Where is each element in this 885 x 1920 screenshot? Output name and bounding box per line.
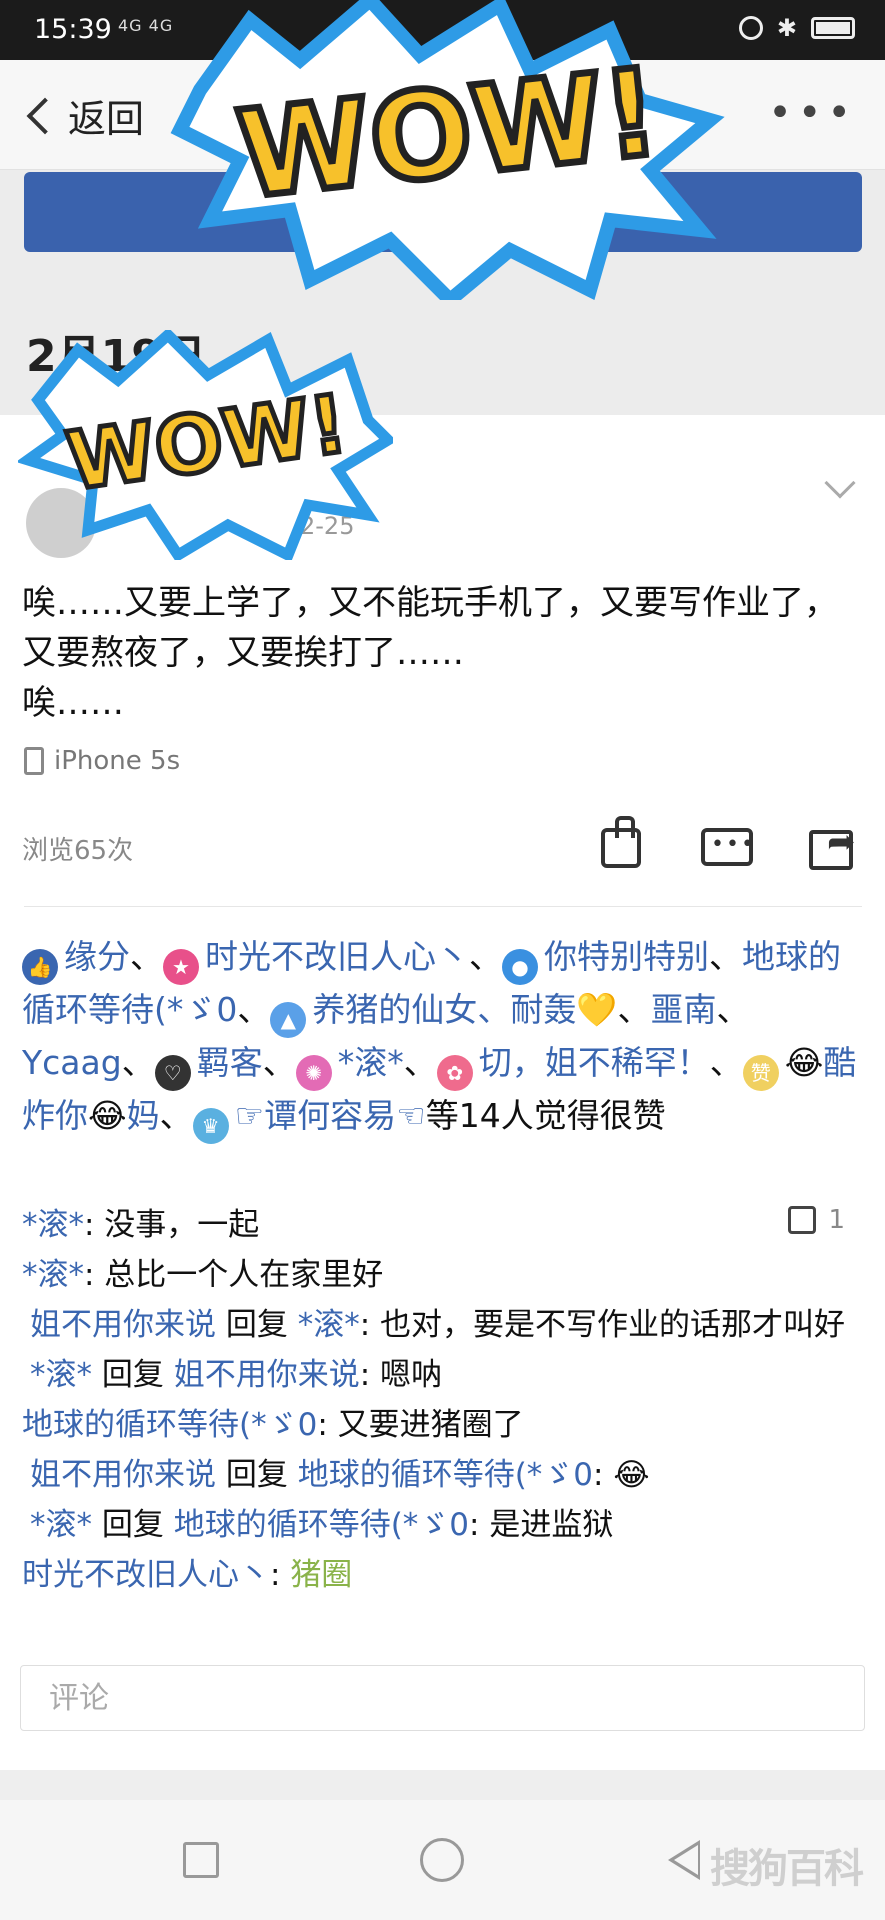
comment-box[interactable] bbox=[20, 1665, 865, 1731]
liker-name[interactable]: 羁客 bbox=[197, 1043, 263, 1082]
comment-text: : 😂 bbox=[593, 1457, 650, 1493]
reply-target[interactable]: 地球的循环等待(*ゞ0 bbox=[298, 1457, 593, 1493]
post-actions: ➦ bbox=[593, 816, 861, 876]
comment-input[interactable] bbox=[21, 1666, 864, 1730]
back-button[interactable]: 返回 bbox=[20, 88, 144, 143]
share-button[interactable]: ➦ bbox=[805, 820, 861, 876]
comment-item[interactable]: *滚* 回复 姐不用你来说: 嗯呐 bbox=[22, 1350, 867, 1400]
liker-name[interactable]: 缘分 bbox=[64, 937, 130, 976]
comment-text: : 也对，要是不写作业的话那才叫好 bbox=[359, 1307, 846, 1343]
watermark: 搜狗百科 bbox=[710, 1846, 864, 1892]
comment-button[interactable] bbox=[699, 820, 756, 876]
home-button[interactable] bbox=[420, 1838, 464, 1882]
comment-user[interactable]: *滚* bbox=[22, 1257, 84, 1293]
system-nav-bar: 搜狗百科 bbox=[0, 1800, 885, 1920]
liker-name[interactable]: *滚* bbox=[338, 1043, 404, 1082]
comment-user[interactable]: 地球的循环等待(*ゞ0 bbox=[22, 1407, 317, 1443]
post-content: 唉……又要上学了，又不能玩手机了，又要写作业了，又要熬夜了，又要挨打了…… 唉…… bbox=[22, 583, 838, 723]
comment-user[interactable]: *滚* bbox=[30, 1507, 92, 1543]
signal-indicator: 4G 4G bbox=[118, 16, 174, 35]
likes-suffix: 等14人觉得很赞 bbox=[425, 1096, 666, 1135]
liker-name[interactable]: 噩南 bbox=[650, 990, 716, 1029]
comment-user[interactable]: 姐不用你来说 bbox=[30, 1457, 216, 1493]
phone-icon bbox=[24, 747, 44, 775]
comment-user[interactable]: *滚* bbox=[22, 1207, 84, 1243]
comment-text: : 总比一个人在家里好 bbox=[84, 1257, 384, 1293]
reply-word: 回复 bbox=[216, 1457, 298, 1493]
like-button[interactable] bbox=[593, 816, 649, 876]
bluetooth-icon: ✱ bbox=[776, 14, 797, 42]
system-back-button[interactable] bbox=[668, 1840, 700, 1880]
status-time: 15:39 bbox=[34, 14, 112, 45]
crown-badge-icon: ♛ bbox=[192, 1108, 229, 1144]
footer-spacer bbox=[0, 1770, 885, 1800]
wow-sticker-large: WOW! bbox=[170, 0, 725, 300]
liker-name[interactable]: 养猪的仙女、耐轰 bbox=[312, 990, 576, 1029]
thumb-up-icon bbox=[601, 816, 641, 868]
comment-item[interactable]: *滚* 回复 地球的循环等待(*ゞ0: 是进监狱 bbox=[22, 1500, 867, 1550]
comment-item[interactable]: *滚*: 总比一个人在家里好 bbox=[22, 1250, 867, 1300]
comment-item[interactable]: 姐不用你来说 回复 地球的循环等待(*ゞ0: 😂 bbox=[22, 1450, 867, 1500]
firework-badge-icon: ✺ bbox=[295, 1055, 332, 1091]
comment-like-count: 1 bbox=[828, 1205, 845, 1235]
comment-user[interactable]: 姐不用你来说 bbox=[30, 1307, 216, 1343]
device-info: iPhone 5s bbox=[24, 746, 180, 776]
reply-target[interactable]: 姐不用你来说 bbox=[174, 1357, 360, 1393]
reply-word: 回复 bbox=[92, 1507, 174, 1543]
reply-target[interactable]: *滚* bbox=[298, 1307, 360, 1343]
liker-name[interactable]: Ycaag bbox=[22, 1043, 122, 1082]
comment-item[interactable]: 姐不用你来说 回复 *滚*: 也对，要是不写作业的话那才叫好 bbox=[22, 1300, 867, 1350]
battery-icon bbox=[811, 17, 855, 39]
comment-user[interactable]: *滚* bbox=[30, 1357, 92, 1393]
zan-badge-icon: 赞 bbox=[742, 1055, 779, 1091]
reply-target[interactable]: 地球的循环等待(*ゞ0 bbox=[174, 1507, 469, 1543]
back-chevron-icon bbox=[26, 97, 64, 134]
liker-name[interactable]: 妈 bbox=[127, 1096, 160, 1135]
reply-word: 回复 bbox=[92, 1357, 174, 1393]
bulb-badge-icon: ● bbox=[502, 949, 538, 985]
device-name: iPhone 5s bbox=[54, 746, 181, 776]
liker-name[interactable]: 时光不改旧人心丶 bbox=[205, 937, 469, 976]
rocket-badge-icon: ▲ bbox=[270, 1002, 307, 1038]
comment-like-button[interactable]: 1 bbox=[788, 1205, 845, 1235]
wow-sticker-small: WOW! bbox=[18, 330, 393, 560]
comment-highlight: 猪圈 bbox=[290, 1557, 353, 1593]
thumb-up-icon bbox=[788, 1206, 817, 1234]
comment-text: : 没事，一起 bbox=[84, 1207, 260, 1243]
heart-badge-icon: ♡ bbox=[154, 1055, 191, 1091]
comment-text: : 嗯呐 bbox=[359, 1357, 443, 1393]
comment-item[interactable]: 时光不改旧人心丶: 猪圈 bbox=[22, 1550, 867, 1600]
star-badge-icon: ★ bbox=[163, 949, 199, 985]
liker-name[interactable]: ☞谭何容易☜ bbox=[235, 1096, 426, 1135]
more-dots-icon[interactable]: ••• bbox=[768, 93, 857, 133]
liker-name[interactable]: 切，姐不稀罕！ bbox=[479, 1043, 710, 1082]
likes-list: 👍 缘分、 ★ 时光不改旧人心丶、 ● 你特别特别、地球的循环等待(*ゞ0、 ▲ 养猪的仙女、… bbox=[22, 932, 864, 1144]
back-label: 返回 bbox=[68, 97, 145, 141]
recent-apps-button[interactable] bbox=[183, 1842, 219, 1878]
comment-text: : 是进监狱 bbox=[469, 1507, 614, 1543]
lock-icon bbox=[738, 16, 763, 40]
comment-user[interactable]: 时光不改旧人心丶 bbox=[22, 1557, 270, 1593]
comment-icon bbox=[701, 828, 756, 866]
comment-text: : 又要进猪圈了 bbox=[317, 1407, 524, 1443]
flower-badge-icon: ✿ bbox=[436, 1055, 473, 1091]
liker-name[interactable]: 你特别特别 bbox=[544, 937, 709, 976]
like-badge-icon: 👍 bbox=[22, 949, 58, 985]
divider bbox=[24, 906, 862, 907]
view-count: 浏览65次 bbox=[22, 836, 134, 866]
comment-item[interactable]: *滚*: 没事，一起 bbox=[22, 1200, 867, 1250]
comment-text: : bbox=[270, 1557, 291, 1593]
reply-word: 回复 bbox=[216, 1307, 298, 1343]
comment-item[interactable]: 地球的循环等待(*ゞ0: 又要进猪圈了 bbox=[22, 1400, 867, 1450]
comment-list: *滚*: 没事，一起 *滚*: 总比一个人在家里好 姐不用你来说 回复 *滚*:… bbox=[22, 1200, 867, 1600]
